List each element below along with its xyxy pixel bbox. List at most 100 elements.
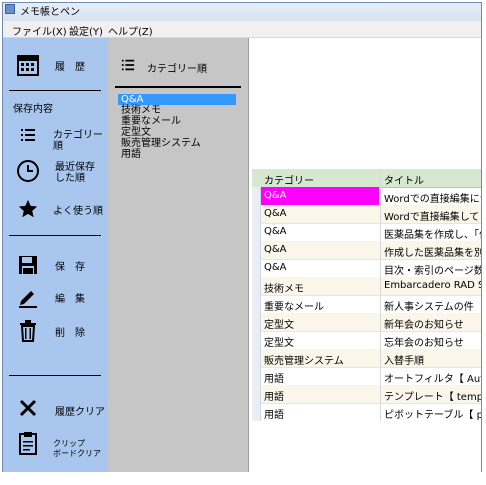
cell-title[interactable]: 目次・索引のページ数が [384, 262, 481, 277]
save-label: 保 存 [55, 262, 85, 273]
menu-file[interactable]: ファイル(X) [12, 23, 67, 38]
column-divider [380, 331, 381, 349]
clipboard-clear-label-line2: ボードクリア [53, 449, 101, 458]
cell-category[interactable]: 用語 [264, 406, 284, 421]
cell-title[interactable]: Wordで直接編集して [384, 208, 479, 223]
clipboard-clear-button[interactable]: クリップ ボードクリア [3, 430, 108, 464]
row-header[interactable] [252, 331, 261, 349]
cell-category[interactable]: Q&A [264, 208, 287, 219]
nav-divider [9, 375, 101, 376]
cell-category[interactable]: 定型文 [264, 334, 294, 349]
cell-category[interactable]: Q&A [264, 190, 287, 201]
category-item-qa[interactable]: Q&A [118, 94, 236, 105]
close-x-icon [15, 395, 41, 421]
menu-bar: ファイル(X) 設定(Y) ヘルプ(Z) [3, 21, 481, 38]
cell-title[interactable]: ピボットテーブル【 pivot [384, 406, 481, 421]
column-header-category[interactable]: カテゴリー [264, 172, 314, 187]
category-item-sales-system[interactable]: 販売管理システム [118, 138, 236, 149]
category-item-tech-memo[interactable]: 技術メモ [118, 105, 236, 116]
frequent-button[interactable]: よく使う順 [3, 196, 108, 226]
clipboard-icon [15, 430, 41, 456]
table-row[interactable]: Q&A Wordでの直接編集につ [252, 187, 481, 206]
row-header[interactable] [252, 223, 261, 241]
calendar-icon [15, 52, 41, 78]
row-header[interactable] [252, 259, 261, 277]
cell-title[interactable]: 新人事システムの件 20 [384, 298, 481, 313]
row-header[interactable] [252, 385, 261, 403]
menu-help[interactable]: ヘルプ(Z) [108, 23, 153, 38]
table-row[interactable]: Q&A Wordで直接編集して [252, 205, 481, 224]
column-divider [380, 259, 381, 277]
table-row[interactable]: 技術メモ Embarcadero RAD Stu [252, 277, 481, 296]
cell-category[interactable]: 技術メモ [264, 280, 304, 295]
clear-history-button[interactable]: 履歴クリア [3, 395, 108, 425]
cell-title[interactable]: オートフィルタ【 AutoFilt [384, 370, 481, 385]
nav-divider [9, 90, 101, 91]
cell-category[interactable]: 用語 [264, 388, 284, 403]
trash-icon [15, 318, 41, 344]
nav-divider [9, 235, 101, 236]
recent-button[interactable]: 最近保存 した順 [3, 156, 108, 190]
table-row[interactable]: 用語 ピボットテーブル【 pivot [252, 403, 481, 421]
cell-title[interactable]: 入替手順 [384, 352, 424, 367]
category-item-terms[interactable]: 用語 [118, 149, 236, 160]
category-heading-underline [115, 86, 241, 88]
column-divider [380, 313, 381, 331]
column-header-title[interactable]: タイトル [384, 172, 424, 187]
table-row[interactable]: 定型文 新年会のお知らせ [252, 313, 481, 332]
column-divider [380, 385, 381, 403]
table-row[interactable]: 販売管理システム 入替手順 [252, 349, 481, 368]
column-divider [380, 241, 381, 259]
history-button[interactable]: 履 歴 [3, 52, 108, 82]
delete-button[interactable]: 削 除 [3, 318, 108, 348]
table-row[interactable]: Q&A 作成した医薬品集を別 [252, 241, 481, 260]
cell-category[interactable]: Q&A [264, 262, 287, 273]
category-item-template-text[interactable]: 定型文 [118, 127, 236, 138]
cell-title[interactable]: 新年会のお知らせ [384, 316, 464, 331]
cell-title[interactable]: 作成した医薬品集を別 [384, 244, 481, 259]
category-list[interactable]: Q&A 技術メモ 重要なメール 定型文 販売管理システム 用語 [118, 94, 236, 160]
cell-category[interactable]: 販売管理システム [264, 352, 344, 367]
row-header[interactable] [252, 205, 261, 223]
save-button[interactable]: 保 存 [3, 252, 108, 282]
cell-category[interactable]: 重要なメール [264, 298, 324, 313]
row-header[interactable] [252, 349, 261, 367]
menu-settings[interactable]: 設定(Y) [69, 23, 103, 38]
table-row[interactable]: 用語 テンプレート【 template [252, 385, 481, 404]
table-row[interactable]: Q&A 医薬品集を作成し、「作 [252, 223, 481, 242]
cell-title[interactable]: Wordでの直接編集につ [384, 190, 481, 205]
row-header[interactable] [252, 295, 261, 313]
column-divider [380, 223, 381, 241]
table-row[interactable]: 用語 オートフィルタ【 AutoFilt [252, 367, 481, 386]
cell-category[interactable]: 定型文 [264, 316, 294, 331]
cell-title[interactable]: テンプレート【 template [384, 388, 481, 403]
cell-category[interactable]: Q&A [264, 226, 287, 237]
recent-label-line2: した順 [55, 173, 85, 184]
table-row[interactable]: Q&A 目次・索引のページ数が [252, 259, 481, 278]
cell-category[interactable]: Q&A [264, 244, 287, 255]
category-item-important-mail[interactable]: 重要なメール [118, 116, 236, 127]
floppy-disk-icon [15, 252, 41, 278]
row-header[interactable] [252, 187, 261, 205]
frequent-label: よく使う順 [53, 206, 103, 217]
star-icon [15, 196, 41, 222]
column-divider [380, 187, 381, 205]
row-header[interactable] [252, 277, 261, 295]
row-header[interactable] [252, 313, 261, 331]
column-divider [380, 169, 381, 187]
memo-grid[interactable]: カテゴリー タイトル Q&A Wordでの直接編集につ Q&A Wordで直接編集して… [252, 169, 481, 421]
edit-button[interactable]: 編 集 [3, 284, 108, 314]
row-header[interactable] [252, 403, 261, 421]
row-header[interactable] [252, 241, 261, 259]
row-header[interactable] [252, 367, 261, 385]
history-label: 履 歴 [55, 62, 85, 73]
list-icon [121, 58, 135, 72]
table-row[interactable]: 定型文 忘年会のお知らせ [252, 331, 481, 350]
cell-title[interactable]: 忘年会のお知らせ [384, 334, 464, 349]
table-row[interactable]: 重要なメール 新人事システムの件 20 [252, 295, 481, 314]
cell-title[interactable]: Embarcadero RAD Stu [384, 280, 481, 291]
cell-title[interactable]: 医薬品集を作成し、「作 [384, 226, 481, 241]
by-category-button[interactable]: カテゴリー順 [3, 120, 108, 152]
column-divider [380, 277, 381, 295]
cell-category[interactable]: 用語 [264, 370, 284, 385]
